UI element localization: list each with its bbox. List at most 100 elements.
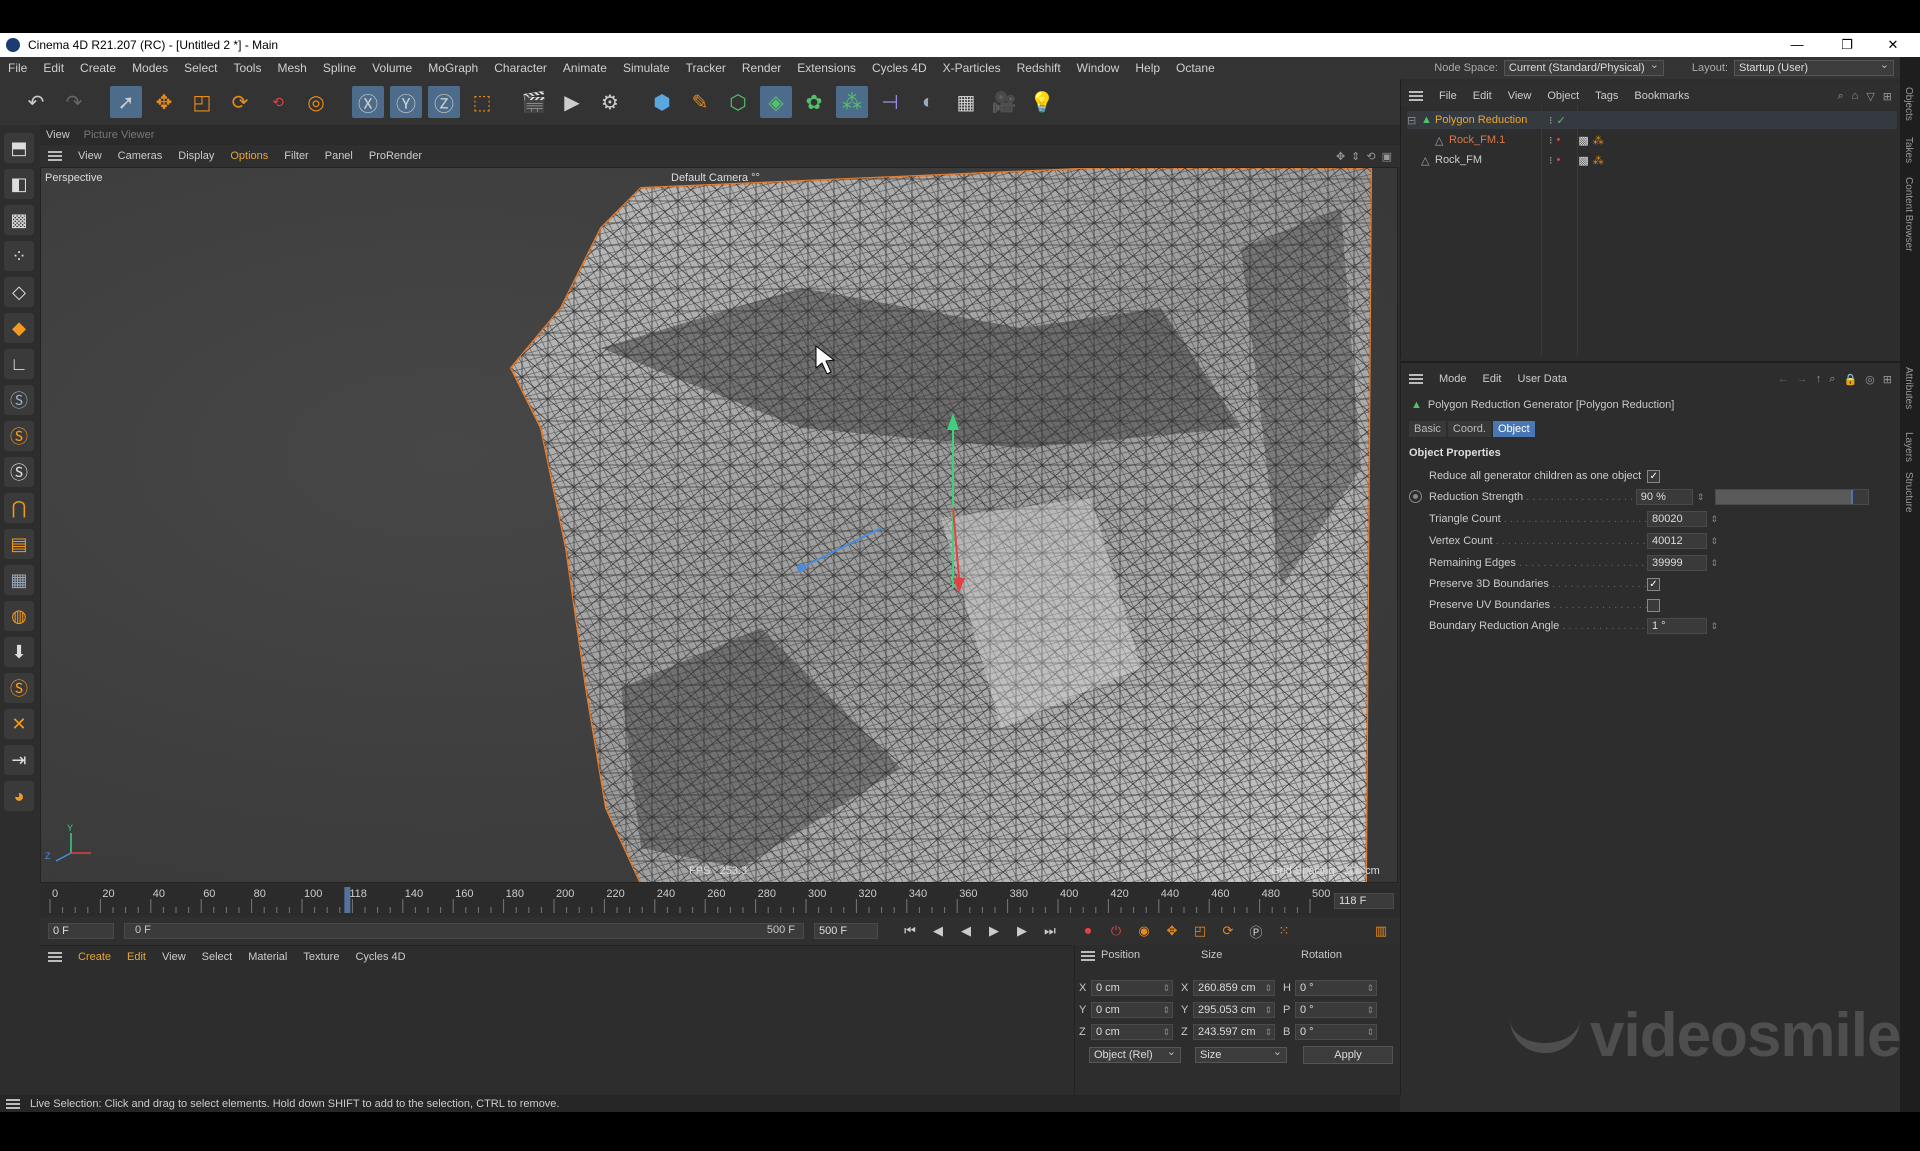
edges-mode-icon[interactable]: ◇: [4, 277, 34, 307]
render-picture-viewer-icon[interactable]: ▶: [556, 86, 588, 118]
status-hamburger-icon[interactable]: [6, 1099, 20, 1109]
workplane-snap-icon[interactable]: Ⓢ: [4, 457, 34, 487]
texture-mode-icon[interactable]: ▩: [4, 205, 34, 235]
om-menu-tags[interactable]: Tags: [1587, 90, 1626, 102]
boundary-angle-field[interactable]: 1 °: [1647, 618, 1718, 634]
tab-view[interactable]: View: [46, 129, 70, 141]
deformer-icon[interactable]: ⊣: [874, 86, 906, 118]
move-icon[interactable]: ✥: [148, 86, 180, 118]
om-home-icon[interactable]: ⌂: [1852, 90, 1859, 102]
menu-spline[interactable]: Spline: [315, 61, 364, 75]
mat-menu-edit[interactable]: Edit: [119, 951, 154, 963]
undo-icon[interactable]: ↶: [20, 86, 52, 118]
position-x-field[interactable]: 0 cm: [1091, 980, 1173, 996]
mat-menu-cycles4d[interactable]: Cycles 4D: [347, 951, 413, 963]
attr-up-icon[interactable]: ↑: [1816, 373, 1822, 385]
triangle-count-field[interactable]: 80020: [1647, 511, 1718, 527]
position-z-field[interactable]: 0 cm: [1091, 1024, 1173, 1040]
om-new-window-icon[interactable]: ⊞: [1883, 90, 1892, 103]
lock-workplane-icon[interactable]: ◍: [4, 601, 34, 631]
coord-size-dropdown[interactable]: Size: [1195, 1045, 1287, 1063]
size-y-field[interactable]: 295.053 cm: [1193, 1002, 1275, 1018]
om-menu-view[interactable]: View: [1500, 90, 1540, 102]
pen-spline-icon[interactable]: ✎: [684, 86, 716, 118]
x-axis-lock-icon[interactable]: Ⓧ: [352, 86, 384, 118]
go-to-end-icon[interactable]: ⏭: [1039, 920, 1061, 942]
visibility-icon[interactable]: ⁝: [1549, 154, 1553, 167]
play-icon[interactable]: ▶: [983, 920, 1005, 942]
cube-primitive-icon[interactable]: ⬢: [646, 86, 678, 118]
subdivision-generator-icon[interactable]: ⬡: [722, 86, 754, 118]
vertex-count-field[interactable]: 40012: [1647, 533, 1718, 549]
reduction-strength-field[interactable]: 90 %: [1635, 489, 1705, 505]
menu-redshift[interactable]: Redshift: [1009, 61, 1069, 75]
record-icon[interactable]: ⏺: [1077, 920, 1099, 942]
axis-gizmo-icon[interactable]: ✕: [4, 709, 34, 739]
floor-icon[interactable]: ▦: [950, 86, 982, 118]
object-row-rock-fm[interactable]: △ Rock_FM ⁝ • ▩ ⁂: [1407, 151, 1897, 169]
rotation-b-field[interactable]: 0 °: [1295, 1024, 1377, 1040]
vp-menu-panel[interactable]: Panel: [317, 150, 361, 162]
menu-octane[interactable]: Octane: [1168, 61, 1223, 75]
menu-animate[interactable]: Animate: [555, 61, 615, 75]
attribute-hamburger-icon[interactable]: [1409, 374, 1423, 384]
timeline-ruler[interactable]: 0 20 40 60 80 100 118 140 160 180 200 220 240 260 280 3…: [40, 885, 1400, 917]
om-menu-edit[interactable]: Edit: [1465, 90, 1500, 102]
record-rotation-icon[interactable]: ⟳: [1217, 920, 1239, 942]
magnet-icon[interactable]: ⋂: [4, 493, 34, 523]
material-hamburger-icon[interactable]: [48, 952, 62, 962]
position-y-field[interactable]: 0 cm: [1091, 1002, 1173, 1018]
attr-settings-icon[interactable]: ◎: [1865, 373, 1875, 386]
field-icon[interactable]: ◐: [912, 86, 944, 118]
texture-tag-icon[interactable]: ▩: [1578, 134, 1588, 147]
attr-tab-basic[interactable]: Basic: [1409, 421, 1446, 437]
record-position-icon[interactable]: ✥: [1161, 920, 1183, 942]
vp-menu-cameras[interactable]: Cameras: [110, 150, 171, 162]
menu-tracker[interactable]: Tracker: [678, 61, 734, 75]
menu-cycles4d[interactable]: Cycles 4D: [864, 61, 935, 75]
extrude-generator-icon[interactable]: ◈: [760, 86, 792, 118]
rotation-h-field[interactable]: 0 °: [1295, 980, 1377, 996]
start-frame-field[interactable]: 0 F: [48, 923, 114, 939]
vp-menu-options[interactable]: Options: [222, 150, 276, 162]
coordinate-system-icon[interactable]: ⬚: [466, 86, 498, 118]
vp-menu-prorender[interactable]: ProRender: [361, 150, 430, 162]
vp-dolly-icon[interactable]: ⇕: [1351, 150, 1360, 163]
visibility-icon[interactable]: ⁝: [1549, 114, 1553, 127]
menu-extensions[interactable]: Extensions: [789, 61, 864, 75]
om-filter-icon[interactable]: ▽: [1866, 90, 1874, 103]
array-icon[interactable]: ⁂: [836, 86, 868, 118]
attr-new-window-icon[interactable]: ⊞: [1883, 373, 1892, 386]
cloner-icon[interactable]: ✿: [798, 86, 830, 118]
restore-button[interactable]: ❐: [1824, 33, 1870, 57]
texture-tag-icon[interactable]: ▩: [1578, 154, 1588, 167]
xyz-icon[interactable]: ⇥: [4, 745, 34, 775]
z-axis-lock-icon[interactable]: Ⓩ: [428, 86, 460, 118]
disabled-icon[interactable]: •: [1557, 154, 1561, 166]
snap-settings-icon[interactable]: Ⓢ: [4, 421, 34, 451]
rotate-icon[interactable]: ⟳: [224, 86, 256, 118]
menu-character[interactable]: Character: [486, 61, 555, 75]
record-point-level-icon[interactable]: ⁙: [1273, 920, 1295, 942]
play-backwards-icon[interactable]: ◀: [955, 920, 977, 942]
vp-menu-view[interactable]: View: [70, 150, 110, 162]
preserve-3d-checkbox[interactable]: ✓: [1647, 577, 1660, 591]
current-frame-field[interactable]: 118 F: [1334, 893, 1394, 909]
transform-icon[interactable]: ◎: [300, 86, 332, 118]
grid-icon[interactable]: ▦: [4, 565, 34, 595]
object-row-polygon-reduction[interactable]: ⊟ ▲ Polygon Reduction ⁝ ✓: [1407, 111, 1897, 129]
object-manager-hamburger-icon[interactable]: [1409, 91, 1423, 101]
coord-mode-dropdown[interactable]: Object (Rel): [1089, 1045, 1181, 1063]
disabled-icon[interactable]: •: [1557, 134, 1561, 146]
previous-key-icon[interactable]: ◀: [927, 920, 949, 942]
tab-picture-viewer[interactable]: Picture Viewer: [84, 129, 155, 141]
solo-icon[interactable]: ⬇: [4, 637, 34, 667]
vp-menu-filter[interactable]: Filter: [276, 150, 316, 162]
menu-select[interactable]: Select: [176, 61, 225, 75]
make-editable-icon[interactable]: ⬒: [4, 133, 34, 163]
menu-mesh[interactable]: Mesh: [269, 61, 314, 75]
layout-dropdown[interactable]: Startup (User): [1734, 58, 1894, 76]
go-to-start-icon[interactable]: ⏮: [899, 920, 921, 942]
3d-viewport[interactable]: Perspective Default Camera °° FPS : 253.…: [40, 167, 1398, 883]
attr-menu-user-data[interactable]: User Data: [1510, 373, 1576, 385]
